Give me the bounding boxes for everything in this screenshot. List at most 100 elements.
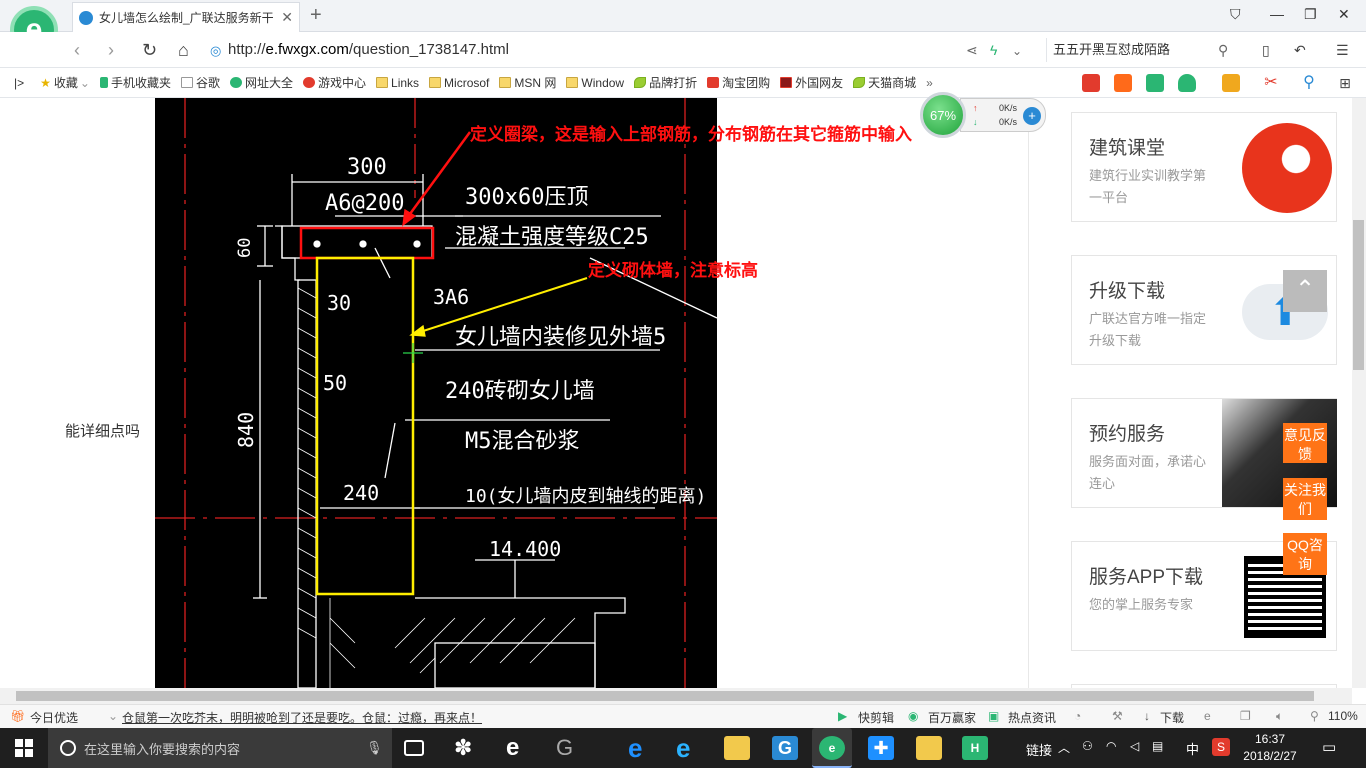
bookmark-item[interactable]: Microsof [429, 76, 489, 90]
quickcut-link[interactable]: 快剪辑 [858, 709, 894, 726]
ime-mode[interactable]: 中 [1186, 739, 1199, 758]
ad-block-icon[interactable] [1222, 74, 1240, 92]
task-view-icon[interactable] [404, 740, 424, 756]
bookmark-label: 淘宝团购 [722, 76, 771, 90]
ie-mode-icon[interactable]: e [1204, 709, 1211, 723]
close-tab-icon[interactable]: ✕ [281, 9, 293, 26]
cad-dim-240: 240 [343, 481, 379, 505]
refresh-icon[interactable]: ↻ [142, 40, 157, 61]
back-to-top-button[interactable]: ⌃ [1283, 270, 1327, 312]
search-tool-icon[interactable]: ⚲ [1300, 74, 1318, 92]
discount-icon[interactable] [1114, 74, 1132, 92]
reader-icon[interactable] [1146, 74, 1164, 92]
edge-icon[interactable]: e [628, 735, 654, 761]
shirt-skin-icon[interactable]: ⛉ [1230, 6, 1241, 23]
card-desc: 广联达官方唯一指定升级下载 [1089, 311, 1207, 348]
badge-icon[interactable] [1082, 74, 1100, 92]
restore-icon[interactable]: ❐ [1304, 6, 1317, 23]
url-field[interactable]: http://e.fwxgx.com/question_1738147.html [228, 41, 509, 58]
plus-app-icon[interactable]: ✚ [868, 736, 894, 760]
volume-icon[interactable]: 🔈︎ [1276, 709, 1283, 724]
lightning-icon[interactable]: ϟ [990, 42, 997, 58]
search-input[interactable]: 五五开黑互怼成陌路 [1046, 38, 1242, 62]
tool-icon[interactable]: ⚒ [1112, 709, 1123, 723]
people-icon[interactable]: ⚇ [1082, 739, 1093, 753]
network-speed-widget[interactable]: ↑ 0K/s ↓ 0K/s + 67% [920, 92, 1048, 138]
zoom-level[interactable]: 110% [1328, 709, 1358, 723]
windows-start-icon[interactable] [0, 728, 48, 768]
hotnews-icon: ▣ [988, 709, 1000, 723]
g-swirl-icon[interactable]: G [556, 736, 582, 760]
clock[interactable]: 16:37 2018/2/27 [1240, 731, 1300, 765]
file-explorer-icon[interactable] [724, 736, 750, 760]
browser-e-active-icon[interactable]: e [819, 736, 845, 760]
mic-icon[interactable]: 🎙︎ [366, 740, 383, 756]
h-app-icon[interactable]: H [962, 736, 988, 760]
speed-icon[interactable]: ◔ [1074, 709, 1081, 723]
ie-icon[interactable]: e [676, 735, 702, 761]
share-icon[interactable]: ⋖ [966, 42, 978, 59]
hotnews-link[interactable]: 热点资讯 [1008, 709, 1056, 726]
news-ticker[interactable]: 仓鼠第一次吃芥末，明明被呛到了还是要吃。仓鼠：过瘾，再来点！ [122, 709, 482, 726]
vertical-scrollbar[interactable] [1352, 98, 1366, 688]
menu-icon[interactable]: ☰ [1336, 42, 1349, 59]
new-tab-icon[interactable]: + [310, 4, 322, 27]
home-icon[interactable]: ⌂ [178, 40, 189, 61]
follow-us-button[interactable]: 关注我们 [1283, 478, 1327, 520]
keyboard-icon[interactable]: ▤ [1152, 739, 1163, 753]
bookmark-item[interactable]: Window [566, 76, 624, 90]
bookmark-item[interactable]: 天猫商城 [853, 74, 916, 91]
memory-ball[interactable]: 67% [920, 92, 966, 138]
today-picks[interactable]: 今日优选 [30, 709, 78, 726]
tray-up-icon[interactable]: ︿ [1058, 739, 1070, 756]
card-building-class[interactable]: 建筑课堂 建筑行业实训教学第一平台 [1071, 112, 1337, 222]
bookmark-item[interactable]: 品牌打折 [634, 74, 697, 91]
minimize-icon[interactable]: — [1270, 6, 1284, 22]
fan-app-icon[interactable]: ✽ [454, 736, 480, 760]
close-window-icon[interactable]: ✕ [1338, 6, 1350, 23]
bookmark-item[interactable]: Links [376, 76, 419, 90]
more-bookmarks-icon[interactable]: » [926, 76, 933, 90]
bookmark-item[interactable]: 手机收藏夹 [99, 74, 171, 91]
cad-mortar-label: M5混合砂浆 [465, 429, 580, 454]
swirl-logo-icon [1242, 123, 1332, 213]
bookmark-item[interactable]: 淘宝团购 [707, 74, 770, 91]
wall-annotation: 定义砌体墙，注意标高 [588, 261, 758, 280]
undo-icon[interactable]: ↶ [1294, 42, 1306, 59]
bookmark-item[interactable]: ★ 收藏 ⌄ [40, 74, 90, 91]
phone-icon [99, 77, 108, 88]
links-toolbar[interactable]: 链接 [1026, 740, 1052, 759]
bookmark-item[interactable]: MSN 网 [499, 74, 556, 91]
scissors-icon[interactable]: ✂ [1262, 74, 1280, 92]
shield-icon[interactable] [1178, 74, 1196, 92]
plus-icon[interactable]: + [1023, 107, 1041, 125]
browser-tab[interactable]: 女儿墙怎么绘制_广联达服务新干 ✕ [72, 2, 300, 32]
bookmark-item[interactable]: 谷歌 [180, 74, 220, 91]
speaker-icon[interactable]: ◁ [1130, 739, 1139, 753]
taskbar-search[interactable]: 在这里输入你要搜索的内容 🎙︎ [48, 728, 392, 768]
search-icon[interactable]: ⚲ [1218, 42, 1228, 59]
horizontal-scroll-thumb[interactable] [16, 691, 1314, 701]
sidebar-toggle-icon[interactable]: |> [14, 76, 24, 90]
notes-icon[interactable] [916, 736, 942, 760]
glodon-g-icon[interactable]: G [772, 736, 798, 760]
bookmark-item[interactable]: 网址大全 [230, 74, 293, 91]
download-link[interactable]: 下载 [1160, 709, 1184, 726]
wifi-icon[interactable]: ◠ [1106, 739, 1116, 753]
bookmark-item[interactable]: 外国网友 [780, 74, 843, 91]
url-prefix: http:// [228, 41, 266, 58]
sogou-ime-icon[interactable]: S [1212, 738, 1230, 756]
mobile-icon[interactable]: ▯ [1262, 42, 1270, 59]
feedback-button[interactable]: 意见反馈 [1283, 423, 1327, 463]
bookmark-item[interactable]: 游戏中心 [303, 74, 366, 91]
apps-icon[interactable]: ⊞ [1336, 74, 1354, 92]
notification-icon[interactable]: ▭ [1322, 738, 1336, 756]
forward-icon[interactable]: › [108, 40, 114, 61]
window-icon[interactable]: ❐ [1240, 709, 1251, 723]
vertical-scroll-thumb[interactable] [1353, 220, 1364, 370]
browser-e-icon[interactable]: e [506, 736, 532, 760]
qq-consult-button[interactable]: QQ咨询 [1283, 533, 1327, 575]
back-icon[interactable]: ‹ [74, 40, 80, 61]
million-link[interactable]: 百万赢家 [928, 709, 976, 726]
dropdown-icon[interactable]: ⌄ [1012, 44, 1022, 58]
